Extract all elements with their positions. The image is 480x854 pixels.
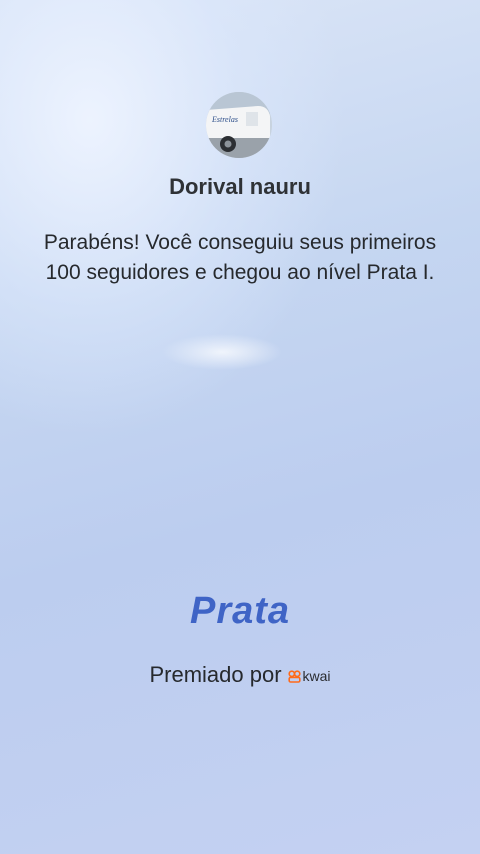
kwai-logo-icon: [287, 669, 301, 683]
kwai-brand-name: kwai: [302, 668, 331, 684]
avatar: Estrelas: [206, 92, 272, 158]
background-light-ray: [120, 300, 250, 390]
level-title: Prata: [189, 590, 291, 632]
awarded-by-row: Premiado por kwai: [0, 660, 480, 690]
username: Dorival nauru: [169, 174, 311, 199]
awarded-by-label: Premiado por: [149, 662, 282, 687]
van-photo-avatar: Estrelas: [206, 92, 272, 158]
kwai-brand: kwai: [287, 668, 331, 684]
achievement-message: Parabéns! Você conseguiu seus primeiros …: [43, 231, 437, 284]
svg-text:Estrelas: Estrelas: [211, 115, 238, 124]
